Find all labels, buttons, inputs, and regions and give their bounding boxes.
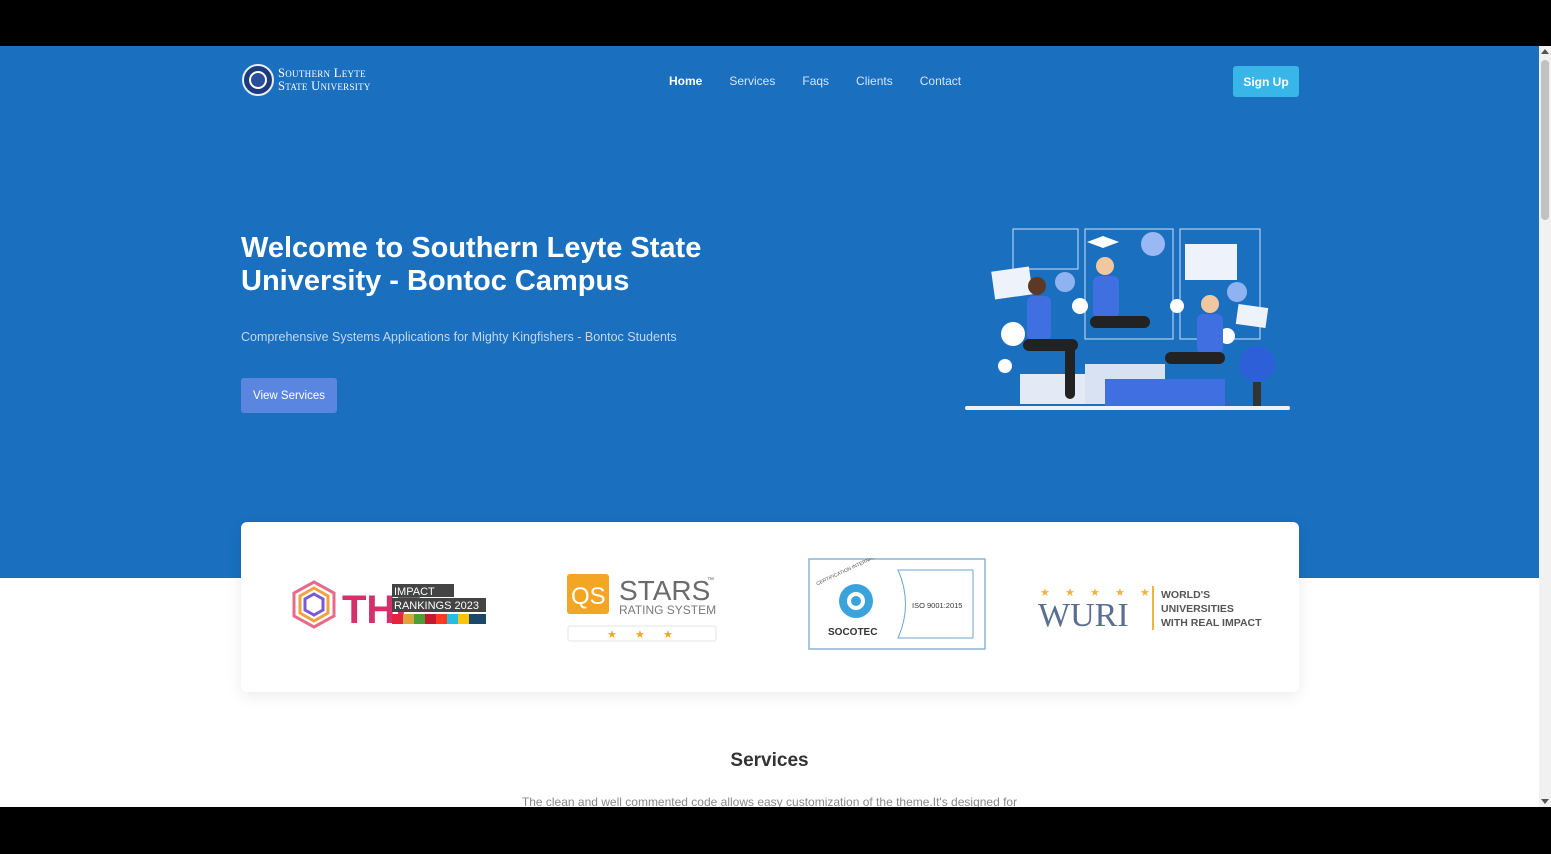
wuri-line3-text: WITH REAL IMPACT [1161, 617, 1262, 629]
view-services-button[interactable]: View Services [241, 378, 337, 413]
brand-logo[interactable]: Southern Leyte State University [242, 64, 371, 96]
browser-viewport: Southern Leyte State University Home Ser… [0, 46, 1539, 807]
services-heading: Services [730, 750, 809, 771]
partners-card: THE IMPACT RANKINGS 2023 QS STARS ™ RATI… [241, 522, 1299, 692]
socotec-name-text: SOCOTEC [828, 627, 877, 638]
hero-title: Welcome to Southern Leyte State Universi… [241, 232, 702, 297]
the-rankings-text: RANKINGS 2023 [394, 600, 479, 612]
nav-faqs[interactable]: Faqs [802, 74, 829, 88]
qs-star-icon: ★ [663, 628, 673, 641]
scroll-down-arrow-icon[interactable] [1541, 799, 1549, 804]
nav-services[interactable]: Services [729, 74, 775, 88]
the-impact-rankings-logo[interactable]: THE IMPACT RANKINGS 2023 [286, 578, 486, 636]
nav-contact[interactable]: Contact [920, 74, 961, 88]
socotec-iso-logo[interactable]: ISO 9001:2015 CERTIFICATION INTERNATIONA… [808, 558, 986, 650]
the-impact-text: IMPACT [394, 586, 435, 598]
wuri-star-icon: ★ [1140, 586, 1150, 599]
university-seal-icon [242, 64, 274, 96]
page-scrollbar[interactable] [1539, 46, 1551, 807]
wuri-name-text: WURI [1038, 597, 1129, 634]
qs-star-icon: ★ [607, 628, 617, 641]
brand-name: Southern Leyte State University [278, 66, 371, 93]
main-nav: Home Services Faqs Clients Contact [669, 74, 988, 88]
wuri-line2-text: UNIVERSITIES [1161, 603, 1234, 615]
qs-trademark-text: ™ [707, 577, 714, 584]
nav-clients[interactable]: Clients [856, 74, 893, 88]
qs-rating-system-text: RATING SYSTEM [619, 603, 716, 617]
services-description: The clean and well commented code allows… [521, 795, 1018, 807]
hero-subtitle: Comprehensive Systems Applications for M… [241, 330, 677, 344]
iso-standard-text: ISO 9001:2015 [912, 601, 962, 610]
wuri-line1-text: WORLD'S [1161, 589, 1210, 601]
qs-star-icon: ★ [635, 628, 645, 641]
hero-section: Southern Leyte State University Home Ser… [0, 46, 1539, 578]
wuri-logo[interactable]: ★ ★ ★ ★ ★ WURI WORLD'S UNIVERSITIES WITH… [1038, 582, 1268, 634]
scrollbar-thumb[interactable] [1541, 60, 1549, 220]
scroll-up-arrow-icon[interactable] [1541, 49, 1549, 54]
students-illustration [965, 228, 1290, 410]
qs-stars-text: STARS [619, 575, 710, 606]
qs-stars-logo[interactable]: QS STARS ™ RATING SYSTEM ★ ★ ★ [567, 572, 717, 642]
qs-badge-text: QS [571, 583, 606, 610]
sign-up-button[interactable]: Sign Up [1233, 66, 1299, 97]
nav-home[interactable]: Home [669, 74, 702, 88]
